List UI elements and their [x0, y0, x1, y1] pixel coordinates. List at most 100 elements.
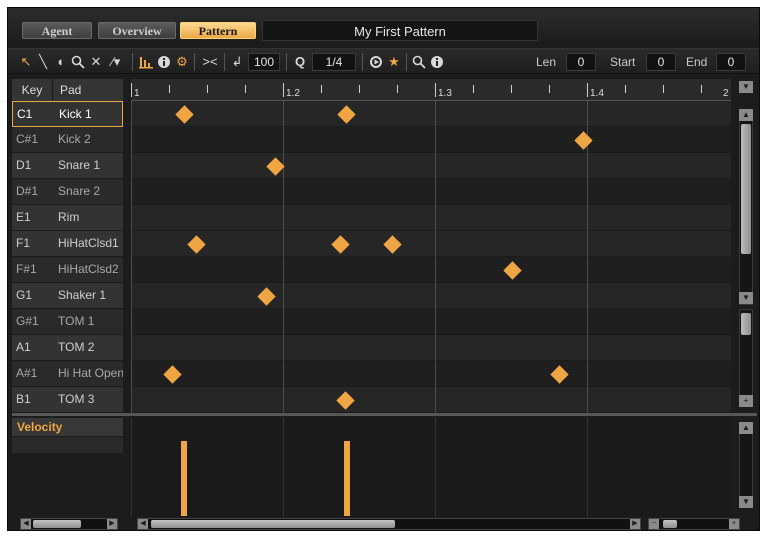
pad-list-row[interactable]: A#1 Hi Hat Open: [12, 361, 123, 387]
horizontal-zoom-bar[interactable]: [648, 518, 740, 530]
scroll-up-arrow-icon[interactable]: ▲: [739, 422, 753, 434]
note-marker[interactable]: [574, 130, 593, 150]
reverse-icon[interactable]: ><: [200, 53, 220, 71]
zoom-plus-icon[interactable]: +: [729, 519, 739, 529]
zoom-scroll-thumb[interactable]: [741, 313, 751, 335]
note[interactable]: [336, 103, 358, 125]
note[interactable]: [330, 233, 352, 255]
pencil-icon[interactable]: ╲: [35, 53, 51, 71]
info-icon[interactable]: [429, 53, 445, 71]
pad-list-row[interactable]: G1 Shaker 1: [12, 283, 123, 309]
quantize-value-field[interactable]: 1/4: [312, 53, 356, 71]
play-loop-icon[interactable]: [368, 53, 384, 71]
zoom-minus-icon[interactable]: −: [649, 519, 659, 529]
grid-horizontal-thumb[interactable]: [151, 520, 395, 528]
quantize-icon[interactable]: Q: [292, 53, 308, 71]
velocity-bar[interactable]: [181, 441, 187, 516]
lane-divider[interactable]: [12, 413, 757, 416]
velocity-bars-icon[interactable]: [138, 53, 154, 71]
timeline-ruler[interactable]: 1 1.2 1.3 1.4 2: [131, 79, 731, 101]
grid-row[interactable]: [131, 179, 731, 205]
end-field[interactable]: 0: [716, 53, 746, 71]
pad-list-row[interactable]: D#1 Snare 2: [12, 179, 123, 205]
grid-row[interactable]: [131, 101, 731, 127]
eraser-icon[interactable]: ◖: [52, 53, 68, 71]
pad-list-row[interactable]: F1 HiHatClsd1: [12, 231, 123, 257]
note[interactable]: [501, 259, 523, 281]
pad-list-row[interactable]: A1 TOM 2: [12, 335, 123, 361]
grid-row[interactable]: [131, 283, 731, 309]
note[interactable]: [161, 363, 183, 385]
scroll-right-arrow-icon[interactable]: ▶: [107, 519, 117, 529]
grid-row[interactable]: [131, 257, 731, 283]
list-scroll-thumb[interactable]: [33, 520, 81, 528]
grid-row[interactable]: [131, 309, 731, 335]
tab-pattern[interactable]: Pattern: [180, 22, 256, 39]
pad-list-row[interactable]: C1 Kick 1: [12, 101, 123, 127]
note-marker[interactable]: [503, 260, 522, 280]
tab-agent[interactable]: Agent: [22, 22, 92, 39]
scroll-down-arrow-icon[interactable]: ▼: [739, 292, 753, 304]
note[interactable]: [185, 233, 207, 255]
grid-scroll-thumb[interactable]: [741, 124, 751, 254]
note-marker[interactable]: [383, 234, 402, 254]
pattern-title[interactable]: My First Pattern: [262, 20, 538, 41]
note-grid[interactable]: [131, 101, 731, 413]
pad-list-row[interactable]: E1 Rim: [12, 205, 123, 231]
velocity-bar[interactable]: [344, 441, 350, 516]
velocity-arrow-icon[interactable]: ↲: [229, 53, 245, 71]
grid-row[interactable]: [131, 387, 731, 413]
note[interactable]: [173, 103, 195, 125]
note[interactable]: [264, 155, 286, 177]
settings-gear-icon[interactable]: ⚙: [174, 53, 190, 71]
note[interactable]: [255, 285, 277, 307]
info-icon[interactable]: [156, 53, 172, 71]
horizontal-zoom-thumb[interactable]: [663, 520, 677, 528]
grid-row[interactable]: [131, 153, 731, 179]
pad-list-row[interactable]: C#1 Kick 2: [12, 127, 123, 153]
velocity-lane-label[interactable]: Velocity: [12, 418, 123, 436]
note[interactable]: [334, 389, 356, 411]
zoom-icon[interactable]: [411, 53, 427, 71]
len-field[interactable]: 0: [566, 53, 596, 71]
note-marker[interactable]: [187, 234, 206, 254]
scroll-left-arrow-icon[interactable]: ◀: [138, 519, 148, 529]
note-marker[interactable]: [162, 364, 182, 384]
note[interactable]: [573, 129, 595, 151]
note-marker[interactable]: [335, 390, 355, 410]
grid-row[interactable]: [131, 205, 731, 231]
velocity-lane[interactable]: [131, 418, 731, 516]
toolbar-separator: [132, 53, 133, 71]
zoom-plus-icon[interactable]: +: [739, 395, 753, 407]
grid-row[interactable]: [131, 231, 731, 257]
note-marker[interactable]: [266, 156, 285, 176]
scroll-up-arrow-icon[interactable]: ▲: [739, 109, 753, 121]
grid-row[interactable]: [131, 361, 731, 387]
tab-overview[interactable]: Overview: [98, 22, 176, 39]
pad-list-row[interactable]: B1 TOM 3: [12, 387, 123, 413]
delete-icon[interactable]: ✕: [88, 53, 104, 71]
note-marker[interactable]: [256, 286, 276, 306]
grid-row[interactable]: [131, 335, 731, 361]
line-draw-icon[interactable]: ∕▾: [105, 53, 127, 71]
note-marker[interactable]: [331, 234, 350, 254]
scroll-right-arrow-icon[interactable]: ▶: [630, 519, 640, 529]
scroll-left-arrow-icon[interactable]: ◀: [21, 519, 31, 529]
arrow-select-icon[interactable]: ↖: [18, 53, 34, 71]
note-marker[interactable]: [174, 104, 194, 124]
pad-list-row[interactable]: D1 Snare 1: [12, 153, 123, 179]
note[interactable]: [381, 233, 403, 255]
pad-list-row[interactable]: G#1 TOM 1: [12, 309, 123, 335]
note-marker[interactable]: [550, 364, 569, 384]
note[interactable]: [548, 363, 570, 385]
zoom-icon[interactable]: [70, 53, 86, 71]
ruler-menu-arrow-icon[interactable]: ▼: [739, 81, 753, 93]
start-field[interactable]: 0: [646, 53, 676, 71]
velocity-value-field[interactable]: 100: [248, 53, 280, 71]
pad-list-row[interactable]: F#1 HiHatClsd2: [12, 257, 123, 283]
note-marker[interactable]: [337, 104, 356, 124]
star-icon[interactable]: ★: [386, 53, 402, 71]
grid-row[interactable]: [131, 127, 731, 153]
scroll-down-arrow-icon[interactable]: ▼: [739, 496, 753, 508]
ruler-sub-tick: [701, 85, 702, 93]
